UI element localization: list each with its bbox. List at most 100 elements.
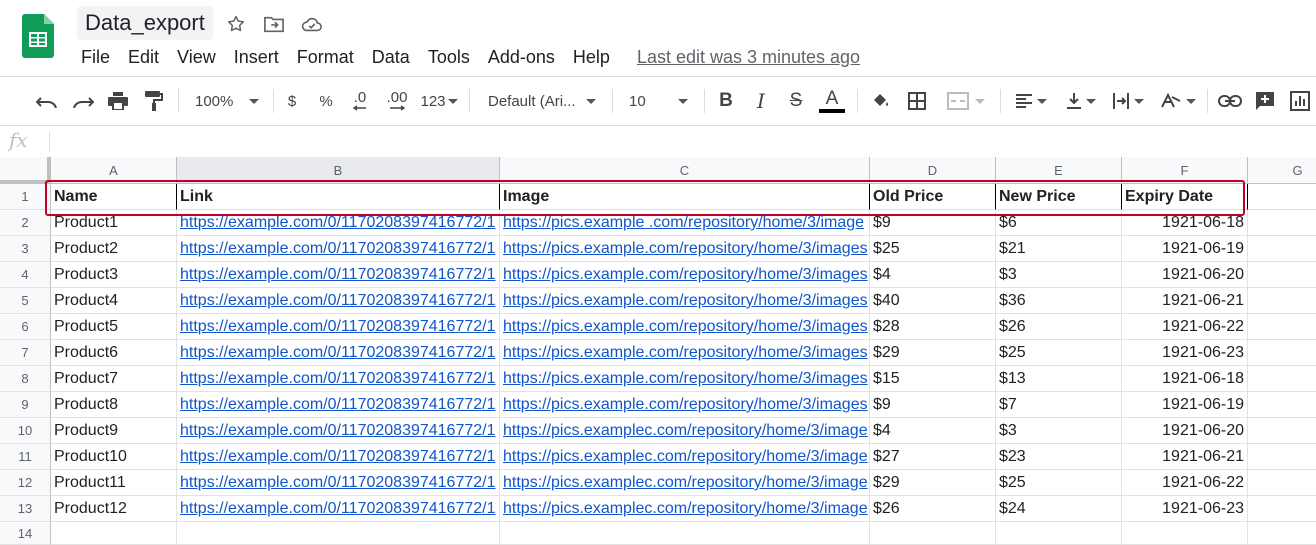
row-header[interactable]: 1 (0, 184, 51, 210)
cell[interactable]: 1921-06-20 (1122, 418, 1248, 444)
cell[interactable]: $9 (870, 210, 996, 236)
link-cell[interactable]: https://example.com/0/1170208397416772/1 (177, 210, 500, 236)
star-icon[interactable] (225, 13, 247, 35)
insert-link-icon[interactable] (1217, 88, 1243, 114)
column-header-c[interactable]: C (500, 157, 870, 184)
cell[interactable]: 1921-06-18 (1122, 210, 1248, 236)
header-cell[interactable]: Name (51, 184, 177, 210)
cell[interactable]: $29 (870, 470, 996, 496)
more-formats-button[interactable]: 123 (417, 88, 461, 114)
currency-button[interactable]: $ (282, 88, 302, 114)
link-cell[interactable]: https://pics.example.com/repository/home… (500, 392, 870, 418)
row-header[interactable]: 3 (0, 236, 51, 262)
header-cell[interactable]: Image (500, 184, 870, 210)
cell[interactable]: Product3 (51, 262, 177, 288)
link-cell[interactable]: https://example.com/0/1170208397416772/1 (177, 496, 500, 522)
menu-add-ons[interactable]: Add-ons (479, 44, 564, 70)
cell[interactable]: Product11 (51, 470, 177, 496)
cell[interactable] (1122, 522, 1248, 545)
link-cell[interactable]: https://pics.examplec.com/repository/hom… (500, 496, 870, 522)
link-cell[interactable]: https://pics.examplec.com/repository/hom… (500, 418, 870, 444)
cell[interactable] (870, 522, 996, 545)
cell[interactable]: Product5 (51, 314, 177, 340)
bold-button[interactable]: B (714, 88, 738, 114)
paint-format-icon[interactable] (141, 88, 167, 114)
link-cell[interactable]: https://example.com/0/1170208397416772/1 (177, 262, 500, 288)
cell[interactable]: $13 (996, 366, 1122, 392)
link-cell[interactable]: https://example.com/0/1170208397416772/1 (177, 444, 500, 470)
insert-comment-icon[interactable] (1252, 88, 1278, 114)
row-header[interactable]: 13 (0, 496, 51, 522)
link-cell[interactable]: https://example.com/0/1170208397416772/1 (177, 314, 500, 340)
menu-view[interactable]: View (168, 44, 225, 70)
text-wrapping-icon[interactable] (1108, 88, 1148, 114)
cell[interactable]: $21 (996, 236, 1122, 262)
vertical-align-icon[interactable] (1060, 88, 1102, 114)
cell[interactable]: 1921-06-23 (1122, 496, 1248, 522)
cell[interactable]: Product1 (51, 210, 177, 236)
redo-icon[interactable] (70, 88, 96, 114)
cell[interactable]: Product4 (51, 288, 177, 314)
font-size-select[interactable]: 10 (625, 88, 695, 114)
cell[interactable] (1248, 288, 1316, 314)
select-all-corner[interactable] (0, 157, 51, 184)
cell[interactable]: 1921-06-23 (1122, 340, 1248, 366)
menu-insert[interactable]: Insert (225, 44, 288, 70)
link-cell[interactable]: https://pics.example.com/repository/home… (500, 236, 870, 262)
cell[interactable] (1248, 522, 1316, 545)
fill-color-icon[interactable] (869, 88, 893, 114)
header-cell[interactable]: Old Price (870, 184, 996, 210)
print-icon[interactable] (105, 88, 131, 114)
cell[interactable]: $27 (870, 444, 996, 470)
column-header-d[interactable]: D (870, 157, 996, 184)
cell[interactable] (1248, 444, 1316, 470)
cell[interactable] (1248, 314, 1316, 340)
cell[interactable]: $25 (870, 236, 996, 262)
column-header-g[interactable]: G (1248, 157, 1316, 184)
row-header[interactable]: 6 (0, 314, 51, 340)
cell[interactable] (1248, 262, 1316, 288)
font-family-select[interactable]: Default (Ari... (484, 88, 602, 114)
borders-icon[interactable] (905, 88, 929, 114)
header-cell[interactable]: Expiry Date (1122, 184, 1248, 210)
cell[interactable]: 1921-06-18 (1122, 366, 1248, 392)
row-header[interactable]: 5 (0, 288, 51, 314)
menu-data[interactable]: Data (363, 44, 419, 70)
menu-edit[interactable]: Edit (119, 44, 168, 70)
cell[interactable] (1248, 340, 1316, 366)
strikethrough-button[interactable]: S (784, 88, 808, 114)
cell[interactable]: Product8 (51, 392, 177, 418)
link-cell[interactable]: https://example.com/0/1170208397416772/1 (177, 418, 500, 444)
link-cell[interactable]: https://example.com/0/1170208397416772/1 (177, 288, 500, 314)
link-cell[interactable]: https://example.com/0/1170208397416772/1 (177, 392, 500, 418)
row-header[interactable]: 8 (0, 366, 51, 392)
cell[interactable]: $6 (996, 210, 1122, 236)
cell[interactable] (1248, 392, 1316, 418)
merge-cells-icon[interactable] (941, 88, 991, 114)
menu-file[interactable]: File (72, 44, 119, 70)
cell[interactable]: 1921-06-20 (1122, 262, 1248, 288)
text-color-button[interactable]: A (818, 88, 846, 114)
link-cell[interactable]: https://example.com/0/1170208397416772/1 (177, 340, 500, 366)
formula-input[interactable] (58, 126, 1308, 156)
link-cell[interactable]: https://pics.example .com/repository/hom… (500, 210, 870, 236)
link-cell[interactable]: https://pics.examplec.com/repository/hom… (500, 444, 870, 470)
cell[interactable] (1248, 366, 1316, 392)
cell[interactable]: 1921-06-19 (1122, 392, 1248, 418)
row-header[interactable]: 7 (0, 340, 51, 366)
column-header-e[interactable]: E (996, 157, 1122, 184)
column-header-b[interactable]: B (177, 157, 500, 184)
link-cell[interactable]: https://example.com/0/1170208397416772/1 (177, 236, 500, 262)
cell[interactable] (1248, 418, 1316, 444)
move-folder-icon[interactable] (263, 13, 285, 35)
cell[interactable] (1248, 184, 1316, 210)
cell[interactable]: $9 (870, 392, 996, 418)
cell[interactable]: $26 (996, 314, 1122, 340)
cell[interactable]: $26 (870, 496, 996, 522)
last-edit-link[interactable]: Last edit was 3 minutes ago (637, 47, 860, 68)
cell[interactable]: $24 (996, 496, 1122, 522)
header-cell[interactable]: New Price (996, 184, 1122, 210)
menu-tools[interactable]: Tools (419, 44, 479, 70)
cell[interactable] (177, 522, 500, 545)
menu-format[interactable]: Format (288, 44, 363, 70)
